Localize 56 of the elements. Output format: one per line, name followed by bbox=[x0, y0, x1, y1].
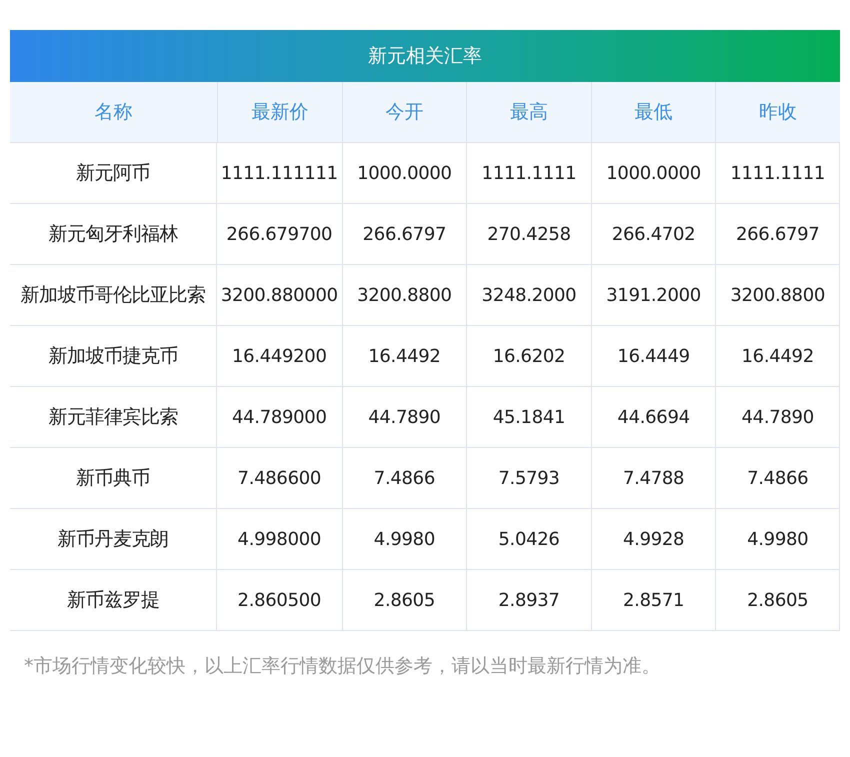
rate-cell: 1111.111111 bbox=[217, 143, 342, 204]
rate-cell: 270.4258 bbox=[466, 204, 591, 265]
rate-cell: 16.6202 bbox=[466, 326, 591, 387]
rate-cell: 44.6694 bbox=[590, 387, 716, 448]
rate-cell: 2.8937 bbox=[466, 570, 591, 631]
table-title: 新元相关汇率 bbox=[10, 30, 840, 82]
rate-cell: 1111.1111 bbox=[466, 143, 591, 204]
currency-name-cell: 新元菲律宾比索 bbox=[10, 387, 217, 448]
rate-cell: 4.998000 bbox=[217, 509, 342, 570]
column-header: 名称 bbox=[94, 100, 134, 125]
rate-cell: 2.8605 bbox=[342, 570, 466, 631]
rate-cell: 7.486600 bbox=[217, 448, 342, 509]
currency-name-cell: 新加坡币哥伦比亚比索 bbox=[10, 265, 217, 326]
rate-cell: 4.9980 bbox=[342, 509, 466, 570]
currency-name-cell: 新加坡币捷克币 bbox=[10, 326, 217, 387]
currency-name-cell: 新币兹罗提 bbox=[10, 570, 217, 631]
rate-cell: 266.4702 bbox=[590, 204, 716, 265]
rate-cell: 5.0426 bbox=[466, 509, 591, 570]
rate-cell: 44.789000 bbox=[217, 387, 342, 448]
footnote: *市场行情变化较快，以上汇率行情数据仅供参考，请以当时最新行情为准。 bbox=[23, 654, 662, 679]
currency-name-cell: 新币丹麦克朗 bbox=[10, 509, 217, 570]
column-header: 最高 bbox=[466, 82, 591, 142]
rate-cell: 4.9980 bbox=[715, 509, 840, 570]
rate-cell: 3200.8800 bbox=[715, 265, 840, 326]
column-header: 今开 bbox=[342, 82, 466, 142]
rate-cell: 266.6797 bbox=[342, 204, 466, 265]
column-header: 最低 bbox=[590, 82, 716, 142]
rate-cell: 3200.8800 bbox=[342, 265, 466, 326]
column-header: 昨收 bbox=[715, 82, 840, 142]
column-header: 最新价 bbox=[217, 82, 342, 142]
rate-cell: 4.9928 bbox=[590, 509, 716, 570]
rate-cell: 7.4866 bbox=[342, 448, 466, 509]
currency-name-cell: 新元匈牙利福林 bbox=[10, 204, 217, 265]
rate-cell: 7.5793 bbox=[466, 448, 591, 509]
rate-cell: 3248.2000 bbox=[466, 265, 591, 326]
rate-cell: 16.4492 bbox=[715, 326, 840, 387]
rate-cell: 44.7890 bbox=[342, 387, 466, 448]
rate-cell: 45.1841 bbox=[466, 387, 591, 448]
rate-cell: 44.7890 bbox=[715, 387, 840, 448]
rate-cell: 2.8571 bbox=[590, 570, 716, 631]
rate-cell: 16.4449 bbox=[590, 326, 716, 387]
rate-cell: 1000.0000 bbox=[590, 143, 716, 204]
rate-cell: 7.4788 bbox=[590, 448, 716, 509]
rate-cell: 7.4866 bbox=[715, 448, 840, 509]
currency-name-cell: 新元阿币 bbox=[10, 143, 217, 204]
rate-cell: 16.4492 bbox=[342, 326, 466, 387]
rate-cell: 266.6797 bbox=[715, 204, 840, 265]
rate-cell: 3200.880000 bbox=[217, 265, 342, 326]
rate-cell: 3191.2000 bbox=[590, 265, 716, 326]
rate-cell: 1111.1111 bbox=[715, 143, 840, 204]
rate-cell: 1000.0000 bbox=[342, 143, 466, 204]
rate-cell: 16.449200 bbox=[217, 326, 342, 387]
rate-cell: 266.679700 bbox=[217, 204, 342, 265]
rate-cell: 2.8605 bbox=[715, 570, 840, 631]
rate-cell: 2.860500 bbox=[217, 570, 342, 631]
currency-name-cell: 新币典币 bbox=[10, 448, 217, 509]
